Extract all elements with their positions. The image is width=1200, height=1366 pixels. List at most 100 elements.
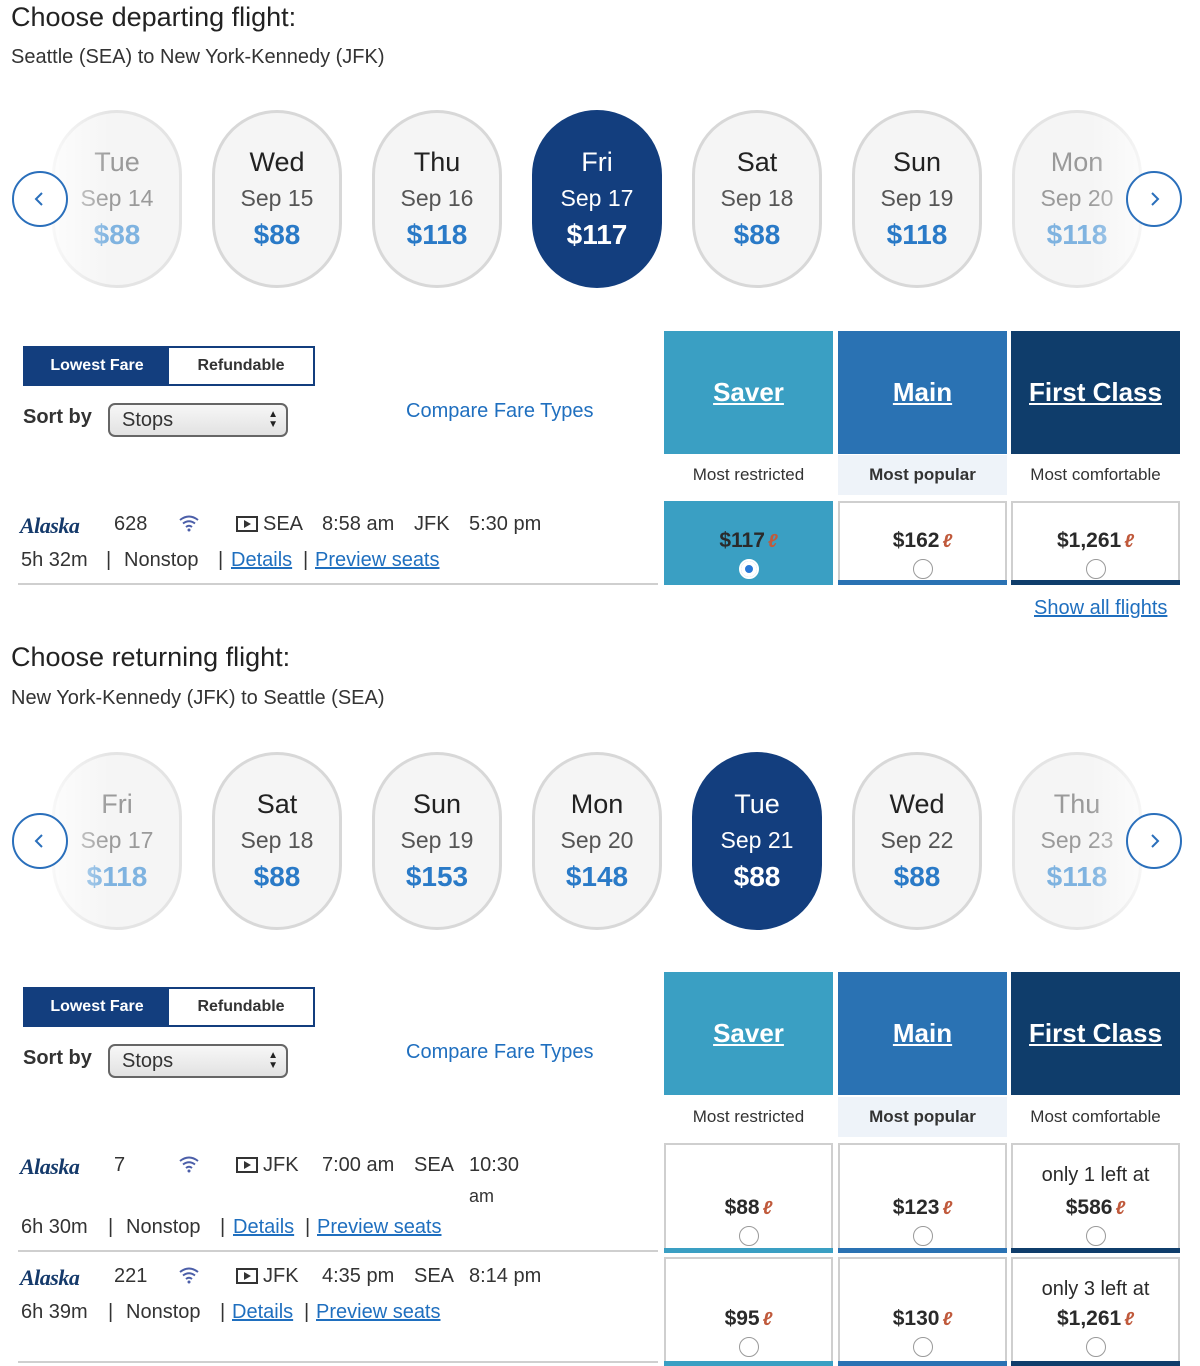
- saver-link[interactable]: Saver: [713, 1018, 784, 1049]
- date-wed-sep-22[interactable]: Wed Sep 22 $88: [852, 752, 982, 930]
- saver-radio[interactable]: [739, 559, 759, 579]
- date-label: Sep 18: [240, 827, 314, 853]
- preview-seats-link[interactable]: Preview seats: [315, 549, 440, 572]
- date-day: Fri: [101, 789, 133, 819]
- main-price-option[interactable]: $130 ℓ: [838, 1257, 1007, 1366]
- first-class-link[interactable]: First Class: [1029, 377, 1162, 408]
- date-fri-sep-17[interactable]: Fri Sep 17 $118: [52, 752, 182, 930]
- date-sat-sep-18[interactable]: Sat Sep 18 $88: [692, 110, 822, 288]
- stops: Nonstop: [124, 549, 199, 571]
- main-link[interactable]: Main: [893, 1018, 952, 1049]
- main-link[interactable]: Main: [893, 377, 952, 408]
- date-thu-sep-23[interactable]: Thu Sep 23 $118: [1012, 752, 1142, 930]
- refundable-toggle[interactable]: Refundable: [169, 348, 313, 384]
- returning-date-carousel: Fri Sep 17 $118 Sat Sep 18 $88 Sun Sep 1…: [0, 747, 1200, 937]
- date-fri-sep-17-selected[interactable]: Fri Sep 17 $117: [532, 110, 662, 288]
- date-sun-sep-19[interactable]: Sun Sep 19 $153: [372, 752, 502, 930]
- refundable-toggle[interactable]: Refundable: [169, 989, 313, 1025]
- compare-fare-types-link[interactable]: Compare Fare Types: [406, 400, 594, 423]
- date-tue-sep-21-selected[interactable]: Tue Sep 21 $88: [692, 752, 822, 930]
- flight-number: 628: [114, 513, 148, 535]
- first-class-radio[interactable]: [1086, 1226, 1106, 1246]
- select-caret-icon: ▲ ▼: [268, 1050, 278, 1071]
- date-price: $148: [565, 861, 629, 892]
- details-link[interactable]: Details: [232, 1301, 293, 1324]
- fare-filter-toggle: Lowest Fare Refundable: [23, 346, 315, 386]
- row-divider: [18, 1250, 658, 1252]
- price-value: $95 ℓ: [666, 1307, 831, 1331]
- separator: |: [108, 1301, 114, 1323]
- date-wed-sep-15[interactable]: Wed Sep 15 $88: [212, 110, 342, 288]
- flight-number: 7: [114, 1154, 126, 1176]
- price-value: $130 ℓ: [840, 1307, 1005, 1331]
- mileage-plan-icon: ℓ: [942, 1309, 953, 1330]
- show-all-flights-link[interactable]: Show all flights: [1034, 597, 1167, 620]
- saver-description: Most restricted: [692, 465, 805, 484]
- next-dates-button[interactable]: [1126, 813, 1182, 869]
- date-day: Sun: [892, 147, 942, 177]
- saver-price-option[interactable]: $95 ℓ: [664, 1257, 833, 1366]
- date-sat-sep-18[interactable]: Sat Sep 18 $88: [212, 752, 342, 930]
- date-day: Tue: [94, 147, 140, 177]
- date-label: Sep 18: [720, 185, 794, 211]
- details-link[interactable]: Details: [233, 1216, 294, 1239]
- date-tue-sep-14[interactable]: Tue Sep 14 $88: [52, 110, 182, 288]
- date-label: Sep 20: [1040, 185, 1114, 211]
- main-radio[interactable]: [913, 1337, 933, 1357]
- saver-radio[interactable]: [739, 1337, 759, 1357]
- date-mon-sep-20[interactable]: Mon Sep 20 $118: [1012, 110, 1142, 288]
- first-class-link[interactable]: First Class: [1029, 1018, 1162, 1049]
- saver-header: Saver: [664, 331, 833, 454]
- arrival-time: 10:30: [469, 1154, 520, 1176]
- arrival-time: 5:30 pm: [469, 513, 542, 535]
- mileage-plan-icon: ℓ: [1124, 531, 1135, 552]
- first-class-price-option[interactable]: $1,261 ℓ: [1011, 501, 1180, 585]
- saver-price-option[interactable]: $117 ℓ: [664, 501, 833, 585]
- price-value: $123 ℓ: [840, 1196, 1005, 1220]
- separator: |: [305, 1216, 311, 1238]
- compare-fare-types-link[interactable]: Compare Fare Types: [406, 1041, 594, 1064]
- preview-seats-link[interactable]: Preview seats: [317, 1216, 442, 1239]
- prev-dates-button[interactable]: [12, 813, 68, 869]
- date-day: Thu: [1053, 789, 1101, 819]
- main-radio[interactable]: [913, 559, 933, 579]
- price-amount: $1,261: [1056, 1307, 1122, 1330]
- date-price: $88: [93, 219, 141, 250]
- saver-link[interactable]: Saver: [713, 377, 784, 408]
- sort-by-label: Sort by: [23, 406, 92, 428]
- streaming-video-icon: [236, 1157, 258, 1173]
- date-mon-sep-20[interactable]: Mon Sep 20 $148: [532, 752, 662, 930]
- first-class-price-option[interactable]: only 1 left at $586 ℓ: [1011, 1143, 1180, 1253]
- separator: |: [106, 549, 112, 571]
- saver-radio[interactable]: [739, 1226, 759, 1246]
- price-value: $1,261 ℓ: [1013, 529, 1178, 553]
- departure-time: 4:35 pm: [322, 1265, 395, 1287]
- flight-number: 221: [114, 1265, 148, 1287]
- saver-price-option[interactable]: $88 ℓ: [664, 1143, 833, 1253]
- date-sun-sep-19[interactable]: Sun Sep 19 $118: [852, 110, 982, 288]
- main-price-option[interactable]: $123 ℓ: [838, 1143, 1007, 1253]
- date-thu-sep-16[interactable]: Thu Sep 16 $118: [372, 110, 502, 288]
- date-day: Sat: [736, 147, 778, 177]
- first-class-radio[interactable]: [1086, 1337, 1106, 1357]
- departing-route: Seattle (SEA) to New York-Kennedy (JFK): [11, 46, 385, 68]
- sort-by-select[interactable]: Stops ▲ ▼: [108, 1044, 288, 1078]
- lowest-fare-toggle[interactable]: Lowest Fare: [25, 989, 169, 1025]
- lowest-fare-toggle[interactable]: Lowest Fare: [25, 348, 169, 384]
- destination-airport: JFK: [414, 513, 450, 535]
- main-price-option[interactable]: $162 ℓ: [838, 501, 1007, 585]
- date-price: $88: [733, 861, 781, 892]
- next-dates-button[interactable]: [1126, 171, 1182, 227]
- separator: |: [304, 1301, 310, 1323]
- departing-title: Choose departing flight:: [11, 2, 297, 32]
- first-class-price-option[interactable]: only 3 left at $1,261 ℓ: [1011, 1257, 1180, 1366]
- preview-seats-link[interactable]: Preview seats: [316, 1301, 441, 1324]
- main-radio[interactable]: [913, 1226, 933, 1246]
- date-price: $118: [1046, 861, 1108, 892]
- first-class-radio[interactable]: [1086, 559, 1106, 579]
- row-divider: [18, 1361, 658, 1363]
- sort-by-select[interactable]: Stops ▲ ▼: [108, 403, 288, 437]
- details-link[interactable]: Details: [231, 549, 292, 572]
- mileage-plan-icon: ℓ: [762, 1309, 773, 1330]
- prev-dates-button[interactable]: [12, 171, 68, 227]
